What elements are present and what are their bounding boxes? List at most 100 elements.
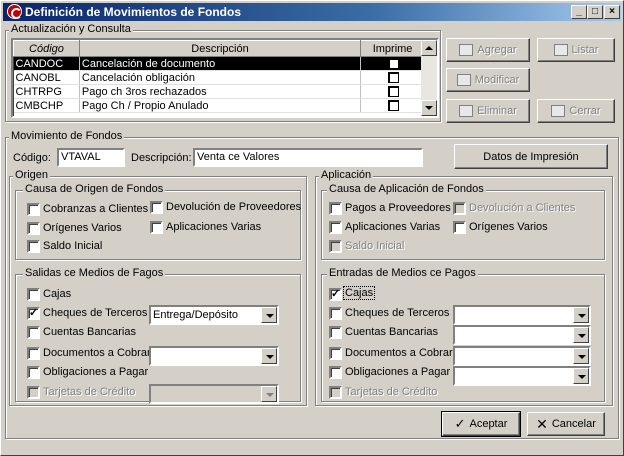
- grid-scrollbar[interactable]: [421, 40, 437, 116]
- cancelar-label: Cancelar: [551, 418, 596, 430]
- codigo-input[interactable]: VTAVAL: [57, 148, 125, 167]
- table-row[interactable]: CANOBL Cancelación obligación: [13, 70, 425, 85]
- devolucion-clientes-label: Devolución a Clientes: [469, 202, 576, 214]
- dropdown-arrow-icon[interactable]: [573, 368, 589, 384]
- salidas-tarjetas-checkbox[interactable]: [27, 386, 40, 399]
- entradas-cajas-label: Cajas: [342, 286, 376, 300]
- entradas-cajas-checkbox[interactable]: ✓: [329, 288, 342, 301]
- dropdown-arrow-icon[interactable]: [573, 348, 589, 364]
- salidas-documentos-checkbox[interactable]: [27, 347, 40, 360]
- eliminar-button[interactable]: Eliminar: [446, 99, 530, 123]
- grid-table: Código Descripción Imprime CANDOC Cancela…: [13, 40, 425, 113]
- origen-legend: Origen: [13, 169, 51, 181]
- cell-descripcion: Cancelación obligación: [79, 70, 362, 85]
- table-row[interactable]: CANDOC Cancelación de documento: [13, 56, 425, 71]
- imprime-checkbox[interactable]: [388, 86, 400, 98]
- salidas-cheques-combo[interactable]: Entrega/Depósito: [149, 305, 279, 325]
- salidas-obligaciones-label: Obligaciones a Pagar: [43, 366, 149, 378]
- title-bar[interactable]: Definición de Movimientos de Fondos _ □ …: [3, 3, 621, 21]
- entradas-cheques-checkbox[interactable]: [329, 307, 342, 320]
- table-row[interactable]: CHTRPG Pago ch 3ros rechazados: [13, 84, 425, 99]
- descripcion-input[interactable]: Venta ce Valores: [193, 148, 423, 167]
- entradas-tarjetas-label: Tarjetas de Crédito: [345, 386, 438, 398]
- listar-label: Listar: [571, 44, 599, 56]
- entradas-documentos-combo[interactable]: [453, 346, 591, 366]
- saldo-inicial-checkbox[interactable]: [27, 240, 40, 253]
- window-title: Definición de Movimientos de Fondos: [25, 5, 242, 19]
- devolucion-clientes-checkbox[interactable]: [453, 202, 466, 215]
- salidas-cuentas-checkbox[interactable]: [27, 326, 40, 339]
- aplicacion-origenes-label: Orígenes Varios: [469, 221, 548, 233]
- minimize-button[interactable]: _: [571, 5, 587, 19]
- listar-button[interactable]: Listar: [537, 38, 615, 62]
- imprime-checkbox[interactable]: [388, 72, 400, 84]
- entradas-cuentas-combo[interactable]: [453, 325, 591, 345]
- aplicacion-saldo-label: Saldo Inicial: [345, 240, 405, 252]
- eliminar-label: Eliminar: [477, 105, 517, 117]
- aplicaciones-varias-checkbox[interactable]: [150, 221, 163, 234]
- entradas-legend: Entradas de Medios ce Pagos: [327, 267, 478, 279]
- cell-imprime: [360, 56, 425, 71]
- cancelar-button[interactable]: ✕ Cancelar: [527, 412, 605, 436]
- table-row[interactable]: CMBCHP Pago Ch / Propio Anulado: [13, 98, 425, 113]
- col-codigo[interactable]: Código: [13, 40, 80, 57]
- cerrar-label: Cerrar: [569, 105, 601, 117]
- aceptar-label: Aceptar: [469, 418, 508, 430]
- aplicacion-saldo-checkbox[interactable]: [329, 240, 342, 253]
- modificar-button[interactable]: Modificar: [446, 68, 530, 92]
- col-descripcion[interactable]: Descripción: [78, 40, 362, 57]
- aplicacion-aplicaciones-checkbox[interactable]: [329, 221, 342, 234]
- dropdown-arrow-icon[interactable]: [261, 386, 277, 402]
- descripcion-label: Descripción:: [131, 152, 192, 164]
- scroll-down-arrow-icon[interactable]: [421, 100, 437, 116]
- saldo-inicial-label: Saldo Inicial: [43, 240, 103, 252]
- origenes-varios-checkbox[interactable]: [27, 222, 40, 235]
- salidas-cajas-label: Cajas: [43, 288, 72, 300]
- salidas-obligaciones-checkbox[interactable]: [27, 366, 40, 379]
- entradas-documentos-checkbox[interactable]: [329, 347, 342, 360]
- maximize-button[interactable]: □: [587, 5, 603, 19]
- imprime-checkbox[interactable]: [388, 58, 400, 70]
- salidas-cajas-checkbox[interactable]: [27, 288, 40, 301]
- aplicacion-origenes-checkbox[interactable]: [453, 221, 466, 234]
- agregar-label: Agregar: [477, 44, 517, 56]
- imprime-checkbox[interactable]: [388, 100, 400, 112]
- movimientos-grid[interactable]: Código Descripción Imprime CANDOC Cancela…: [11, 38, 439, 118]
- devolucion-prov-checkbox[interactable]: [150, 201, 163, 214]
- cobranzas-checkbox[interactable]: [27, 203, 40, 216]
- entradas-obligaciones-label: Obligaciones a Pagar: [345, 366, 451, 378]
- entradas-obligaciones-checkbox[interactable]: [329, 366, 342, 379]
- entradas-cuentas-checkbox[interactable]: [329, 326, 342, 339]
- dropdown-arrow-icon[interactable]: [261, 307, 277, 323]
- scroll-up-arrow-icon[interactable]: [421, 40, 437, 56]
- agregar-button[interactable]: Agregar: [446, 38, 530, 62]
- entradas-documentos-label: Documentos a Cobrar: [345, 347, 453, 359]
- cerrar-button[interactable]: Cerrar: [537, 99, 615, 123]
- salidas-tarjetas-label: Tarjetas de Crédito: [43, 386, 136, 398]
- codigo-label: Código:: [13, 152, 51, 164]
- entradas-cheques-combo[interactable]: [453, 305, 591, 325]
- aceptar-button[interactable]: ✓ Aceptar: [441, 411, 521, 437]
- edit-icon: [456, 74, 471, 86]
- datos-impresion-button[interactable]: Datos de Impresión: [454, 144, 608, 169]
- cell-descripcion: Pago Ch / Propio Anulado: [79, 98, 362, 113]
- salidas-documentos-combo[interactable]: [149, 346, 279, 366]
- dropdown-arrow-icon[interactable]: [573, 327, 589, 343]
- cell-descripcion: Pago ch 3ros rechazados: [79, 84, 362, 99]
- entradas-tarjetas-checkbox[interactable]: [329, 386, 342, 399]
- pagos-proveedores-label: Pagos a Proveedores: [345, 202, 451, 214]
- close-button[interactable]: ×: [604, 5, 620, 19]
- entradas-obligaciones-combo[interactable]: [453, 366, 591, 386]
- x-icon: ✕: [536, 415, 548, 432]
- cell-codigo: CMBCHP: [13, 98, 80, 113]
- col-imprime[interactable]: Imprime: [360, 40, 425, 57]
- dropdown-arrow-icon[interactable]: [261, 348, 277, 364]
- cell-imprime: [360, 84, 425, 99]
- salidas-documentos-label: Documentos a Cobrar: [43, 347, 151, 359]
- cell-codigo: CHTRPG: [13, 84, 80, 99]
- salidas-cheques-combo-value: Entrega/Depósito: [153, 309, 238, 321]
- salidas-cheques-checkbox[interactable]: ✓: [27, 307, 40, 320]
- dropdown-arrow-icon[interactable]: [573, 307, 589, 323]
- salidas-tarjetas-combo[interactable]: [149, 384, 279, 404]
- pagos-proveedores-checkbox[interactable]: [329, 202, 342, 215]
